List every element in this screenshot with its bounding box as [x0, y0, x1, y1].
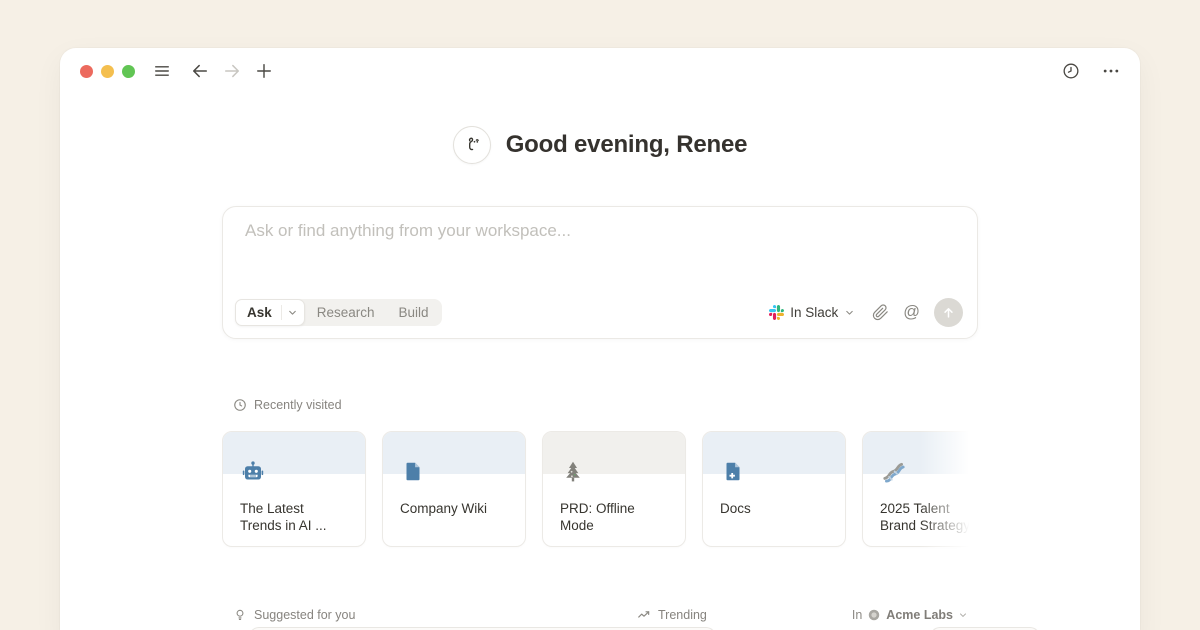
card-the-latest-trends-in-ai[interactable]: The Latest Trends in AI ... — [222, 431, 366, 547]
back-arrow-icon[interactable] — [189, 60, 211, 82]
recently-visited-header: Recently visited — [233, 398, 342, 412]
card-title: Docs — [720, 501, 839, 518]
slack-icon — [769, 305, 784, 320]
section-title: Recently visited — [254, 398, 342, 412]
card-title: PRD: Offline Mode — [560, 501, 679, 534]
chevron-down-icon — [844, 307, 855, 318]
minimize-window-button[interactable] — [101, 65, 114, 78]
lightbulb-icon — [233, 608, 247, 622]
composer-actions: In Slack @ — [769, 298, 963, 327]
clock-icon — [233, 398, 247, 412]
forward-arrow-icon[interactable] — [221, 60, 243, 82]
history-clock-icon[interactable] — [1060, 60, 1082, 82]
zoom-window-button[interactable] — [122, 65, 135, 78]
composer-input[interactable] — [245, 221, 955, 285]
workspace-selector[interactable]: In Acme Labs — [852, 608, 968, 622]
app-window: Good evening, Renee Ask Research Build — [60, 48, 1140, 630]
mode-ask-label: Ask — [236, 305, 281, 320]
mode-research-button[interactable]: Research — [305, 299, 387, 326]
titlebar — [60, 48, 1140, 94]
at-mention-icon[interactable]: @ — [903, 303, 920, 322]
attach-paperclip-icon[interactable] — [872, 304, 889, 321]
recently-visited-cards: The Latest Trends in AI ... Company Wiki — [222, 431, 978, 549]
new-tab-plus-icon[interactable] — [253, 60, 275, 82]
mode-switcher: Ask Research Build — [235, 299, 442, 326]
chevron-down-icon — [958, 610, 968, 620]
suggested-for-you-header: Suggested for you — [233, 608, 355, 622]
hamburger-menu-icon[interactable] — [151, 60, 173, 82]
workspace-badge-icon — [867, 608, 881, 622]
card-title: Company Wiki — [400, 501, 519, 518]
context-label: In Slack — [790, 305, 838, 320]
document-plus-icon — [721, 460, 745, 489]
dna-icon — [881, 460, 907, 491]
trending-header: Trending — [637, 608, 707, 622]
section-title: Suggested for you — [254, 608, 355, 622]
robot-icon — [241, 460, 265, 489]
tree-icon — [561, 460, 585, 489]
card-title: 2025 Talent Brand Strategy — [880, 501, 978, 534]
composer-toolbar: Ask Research Build — [235, 298, 963, 327]
card-2025-talent-brand-strategy[interactable]: 2025 Talent Brand Strategy — [862, 431, 978, 547]
more-ellipsis-icon[interactable] — [1100, 60, 1122, 82]
card-prd-offline-mode[interactable]: PRD: Offline Mode — [542, 431, 686, 547]
close-window-button[interactable] — [80, 65, 93, 78]
ai-composer: Ask Research Build — [222, 206, 978, 339]
mode-ask-button[interactable]: Ask — [235, 299, 305, 326]
footer-sections: Suggested for you Trending In Acme Labs — [222, 608, 978, 626]
send-arrow-icon — [941, 305, 956, 320]
greeting-header: Good evening, Renee — [60, 126, 1140, 164]
mode-build-button[interactable]: Build — [387, 299, 442, 326]
section-title: Trending — [658, 608, 707, 622]
card-title: The Latest Trends in AI ... — [240, 501, 359, 534]
trending-icon — [637, 608, 651, 622]
context-source-selector[interactable]: In Slack — [769, 305, 855, 320]
workspace-prefix: In — [852, 608, 862, 622]
card-company-wiki[interactable]: Company Wiki — [382, 431, 526, 547]
page-title: Good evening, Renee — [506, 131, 748, 159]
workspace-name: Acme Labs — [886, 608, 953, 622]
window-controls — [80, 65, 135, 78]
chevron-down-icon[interactable] — [282, 307, 304, 318]
send-button[interactable] — [934, 298, 963, 327]
card-docs[interactable]: Docs — [702, 431, 846, 547]
document-icon — [401, 460, 425, 489]
notion-ai-face-icon — [453, 126, 491, 164]
